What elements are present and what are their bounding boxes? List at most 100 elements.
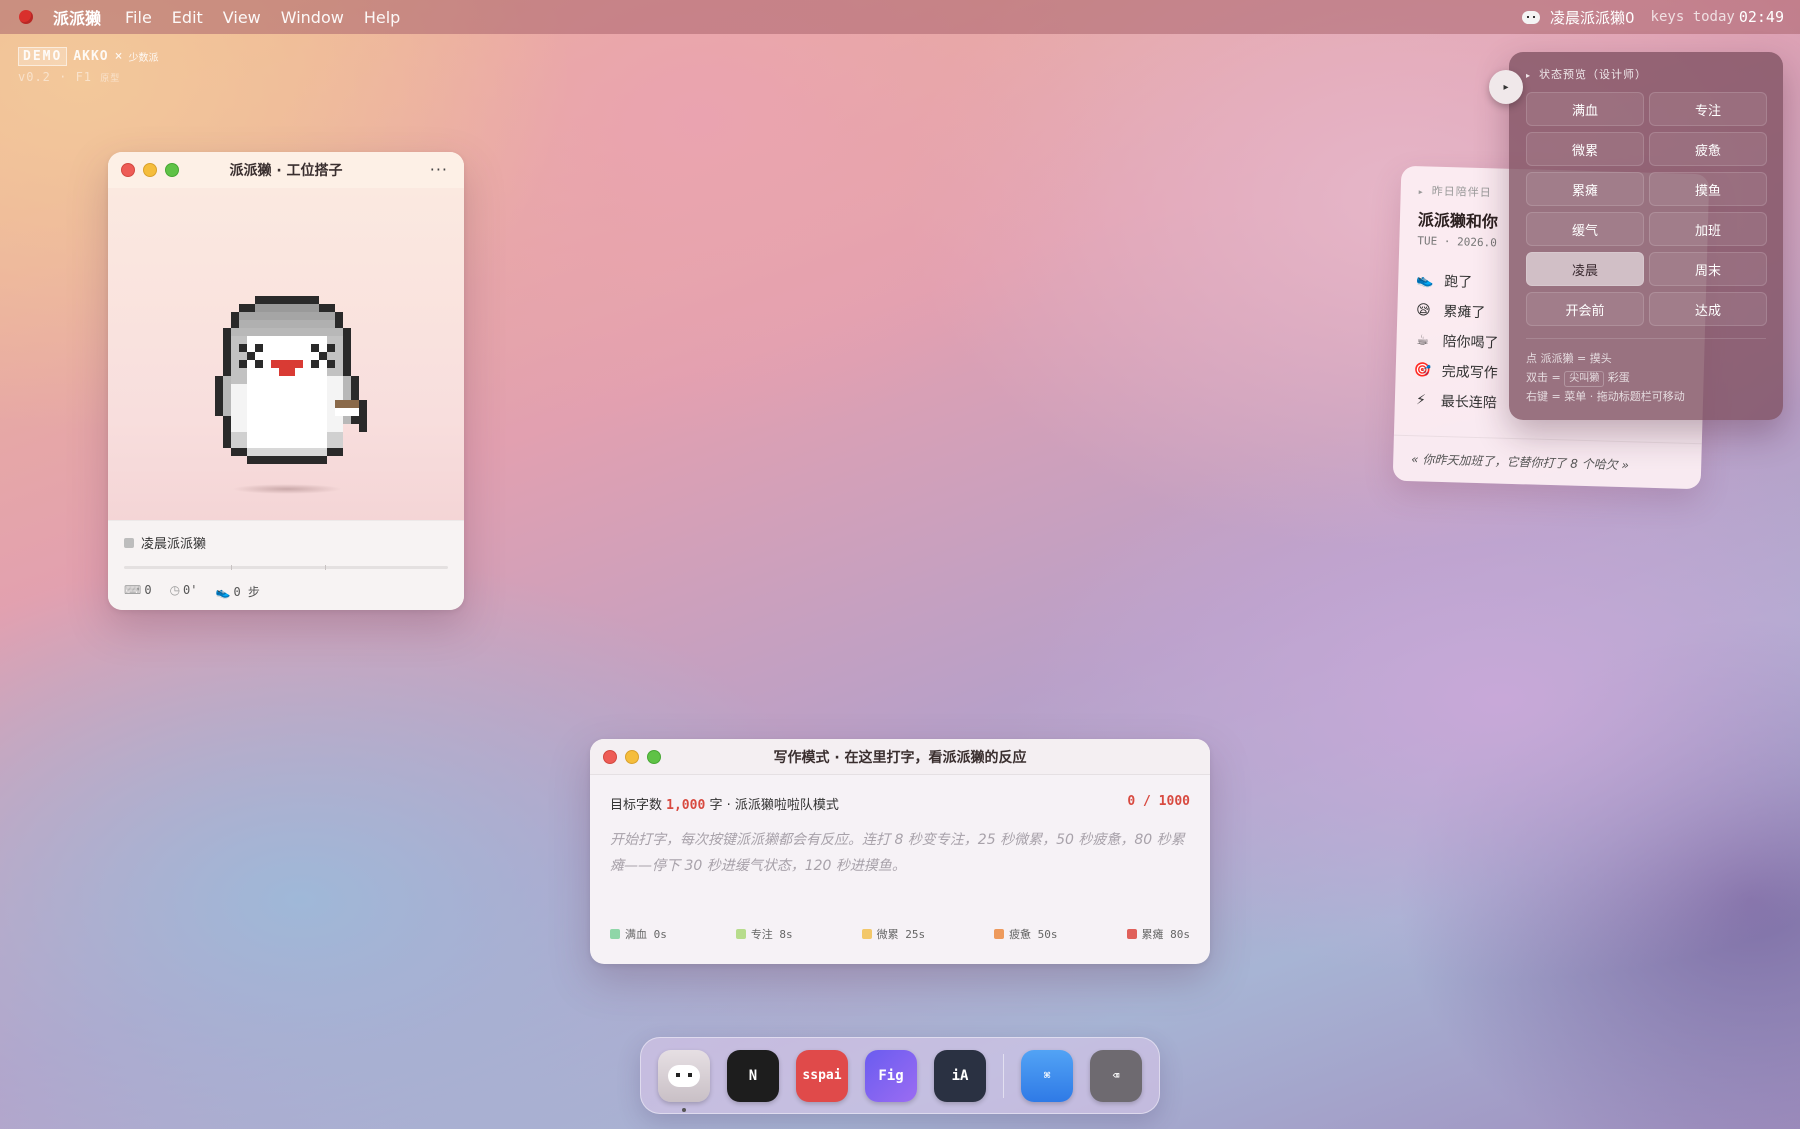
- more-menu-icon[interactable]: ···: [430, 160, 448, 179]
- dock-app-ia-writer[interactable]: iA: [934, 1049, 986, 1102]
- zoom-button[interactable]: [647, 750, 661, 764]
- legend-item: 疲惫 50s: [994, 926, 1058, 942]
- card-quote: « 你昨天加班了，它替你打了 8 个哈欠 »: [1392, 434, 1702, 490]
- pet-status-label: 凌晨派派獭: [141, 537, 207, 552]
- app-name-menu[interactable]: 派派獭: [53, 5, 101, 29]
- panel-toggle-button[interactable]: ▸: [1489, 70, 1523, 104]
- coffee-icon: ☕: [1416, 332, 1430, 349]
- stat-minutes-value: 0': [183, 583, 198, 597]
- legend-swatch: [994, 929, 1005, 939]
- word-counter: 0 / 1000: [1127, 794, 1190, 809]
- writing-textarea[interactable]: 开始打字，每次按键派派獭都会有反应。连打 8 秒变专注，25 秒微累，50 秒疲…: [610, 827, 1190, 901]
- writing-window: 写作模式 · 在这里打字，看派派獭的反应 目标字数 1,000 字 · 派派獭啦…: [590, 739, 1210, 964]
- dock: N sspai Fig iA ⌘ ⌫: [640, 1037, 1160, 1114]
- tray-pet-icon[interactable]: [1522, 10, 1540, 24]
- state-button-achieved[interactable]: 达成: [1649, 292, 1767, 326]
- dock-app-notion[interactable]: N: [727, 1049, 779, 1102]
- stat-steps-value: 0 步: [233, 585, 260, 599]
- state-button-recovering[interactable]: 缓气: [1526, 212, 1644, 246]
- minimize-button[interactable]: [625, 750, 639, 764]
- state-preview-panel: ▸ 状态预览（设计师） 满血 专注 微累 疲惫 累瘫 摸鱼 缓气 加班 凌晨 周末…: [1509, 52, 1783, 420]
- shoe-icon: 👟: [1416, 272, 1434, 289]
- demo-brand: AKKO: [73, 49, 109, 64]
- state-button-slacking[interactable]: 摸鱼: [1649, 172, 1767, 206]
- demo-times: ×: [114, 49, 123, 64]
- disclosure-icon: ▸: [1418, 187, 1424, 197]
- zoom-button[interactable]: [165, 163, 179, 177]
- pet-progress-bar: [124, 565, 448, 570]
- pet-window: 派派獭 · 工位搭子 ··· 凌晨派派獭 ⌨ 0 ◷ 0' 👟 0 步: [108, 152, 464, 610]
- writing-window-title: 写作模式 · 在这里打字，看派派獭的反应: [773, 749, 1027, 766]
- pet-stage[interactable]: [108, 188, 464, 520]
- panel-help: 点 派派獭 = 摸头 双击 = 尖叫獭 彩蛋 右键 = 菜单 · 拖动标题栏可移…: [1526, 349, 1766, 406]
- pet-footer: 凌晨派派獭 ⌨ 0 ◷ 0' 👟 0 步: [108, 520, 464, 610]
- dock-app-sspai[interactable]: sspai: [796, 1049, 848, 1102]
- demo-version: v0.2 · F1: [18, 70, 93, 84]
- legend-swatch: [1126, 929, 1137, 939]
- running-indicator: [682, 1107, 686, 1112]
- menu-file[interactable]: File: [125, 8, 152, 27]
- state-button-weekend[interactable]: 周末: [1649, 252, 1767, 286]
- keys-today-label: keys today: [1650, 9, 1735, 25]
- menubar-clock[interactable]: 02:49: [1739, 8, 1784, 26]
- state-button-late-night[interactable]: 凌晨: [1526, 252, 1644, 286]
- state-button-slightly-tired[interactable]: 微累: [1526, 132, 1644, 166]
- dock-app-paipaita[interactable]: [658, 1049, 710, 1112]
- keyboard-icon: ⌨: [124, 583, 142, 597]
- state-button-collapsed[interactable]: 累瘫: [1526, 172, 1644, 206]
- menu-edit[interactable]: Edit: [172, 8, 203, 27]
- menu-window[interactable]: Window: [281, 8, 344, 27]
- pet-status: 凌晨派派獭: [124, 533, 448, 552]
- help-line-right-click: 右键 = 菜单 · 拖动标题栏可移动: [1526, 390, 1685, 403]
- panel-heading: ▸ 状态预览（设计师）: [1526, 68, 1648, 81]
- writing-window-titlebar[interactable]: 写作模式 · 在这里打字，看派派獭的反应: [590, 739, 1210, 775]
- target-icon: 🎯: [1413, 362, 1432, 379]
- state-legend: 满血 0s 专注 8s 微累 25s 疲惫 50s 累瘫 80s: [610, 926, 1190, 942]
- pet-stats: ⌨ 0 ◷ 0' 👟 0 步: [124, 583, 448, 600]
- demo-partner: 少数派: [128, 53, 159, 64]
- pet-shadow: [232, 484, 342, 494]
- menu-help[interactable]: Help: [364, 8, 400, 27]
- dock-app-trash[interactable]: ⌫: [1090, 1049, 1142, 1102]
- tray-status-label[interactable]: 凌晨派派獭0: [1550, 7, 1635, 28]
- close-button[interactable]: [603, 750, 617, 764]
- otter-face-icon: [668, 1064, 700, 1087]
- legend-swatch: [610, 929, 620, 939]
- legend-swatch: [735, 929, 746, 939]
- clock-icon: ◷: [169, 583, 181, 597]
- help-key-badge: 尖叫獭: [1564, 371, 1605, 387]
- stat-minutes: ◷ 0': [170, 583, 198, 600]
- minimize-button[interactable]: [143, 163, 157, 177]
- pet-window-titlebar[interactable]: 派派獭 · 工位搭子 ···: [108, 152, 464, 188]
- legend-item: 专注 8s: [735, 926, 793, 942]
- legend-swatch: [861, 929, 872, 939]
- stat-keys-value: 0: [144, 583, 152, 597]
- dock-app-figma[interactable]: Fig: [865, 1049, 917, 1102]
- demo-version-note: 原型: [100, 74, 121, 84]
- apple-menu-icon[interactable]: [19, 10, 33, 24]
- pet-otter-sprite[interactable]: [199, 296, 375, 480]
- demo-tag: DEMO: [18, 47, 68, 66]
- stat-steps: 👟 0 步: [216, 583, 260, 600]
- state-button-full[interactable]: 满血: [1526, 92, 1644, 126]
- dock-app-finder[interactable]: ⌘: [1021, 1049, 1073, 1102]
- lightning-icon: ⚡: [1415, 392, 1427, 409]
- help-line-pat: 点 派派獭 = 摸头: [1526, 352, 1612, 365]
- state-button-overtime[interactable]: 加班: [1649, 212, 1767, 246]
- help-line-double-click: 双击 = 尖叫獭 彩蛋: [1526, 368, 1766, 387]
- pet-window-title: 派派獭 · 工位搭子: [229, 163, 343, 179]
- close-button[interactable]: [121, 163, 135, 177]
- shoe-icon: 👟: [215, 585, 231, 599]
- goal-label: 目标字数 1,000 字 · 派派獭啦啦队模式: [610, 798, 839, 813]
- legend-item: 满血 0s: [610, 926, 667, 942]
- status-dot: [124, 537, 134, 548]
- state-grid: 满血 专注 微累 疲惫 累瘫 摸鱼 缓气 加班 凌晨 周末 开会前 达成: [1526, 92, 1767, 326]
- legend-item: 累瘫 80s: [1126, 926, 1190, 942]
- state-button-pre-meeting[interactable]: 开会前: [1526, 292, 1644, 326]
- menu-view[interactable]: View: [223, 8, 261, 27]
- dock-divider: [1003, 1053, 1004, 1098]
- state-button-focus[interactable]: 专注: [1649, 92, 1767, 126]
- demo-badge: DEMO AKKO × 少数派 v0.2 · F1 原型: [18, 47, 158, 84]
- sleepy-face-icon: 😪: [1415, 302, 1431, 319]
- state-button-exhausted[interactable]: 疲惫: [1649, 132, 1767, 166]
